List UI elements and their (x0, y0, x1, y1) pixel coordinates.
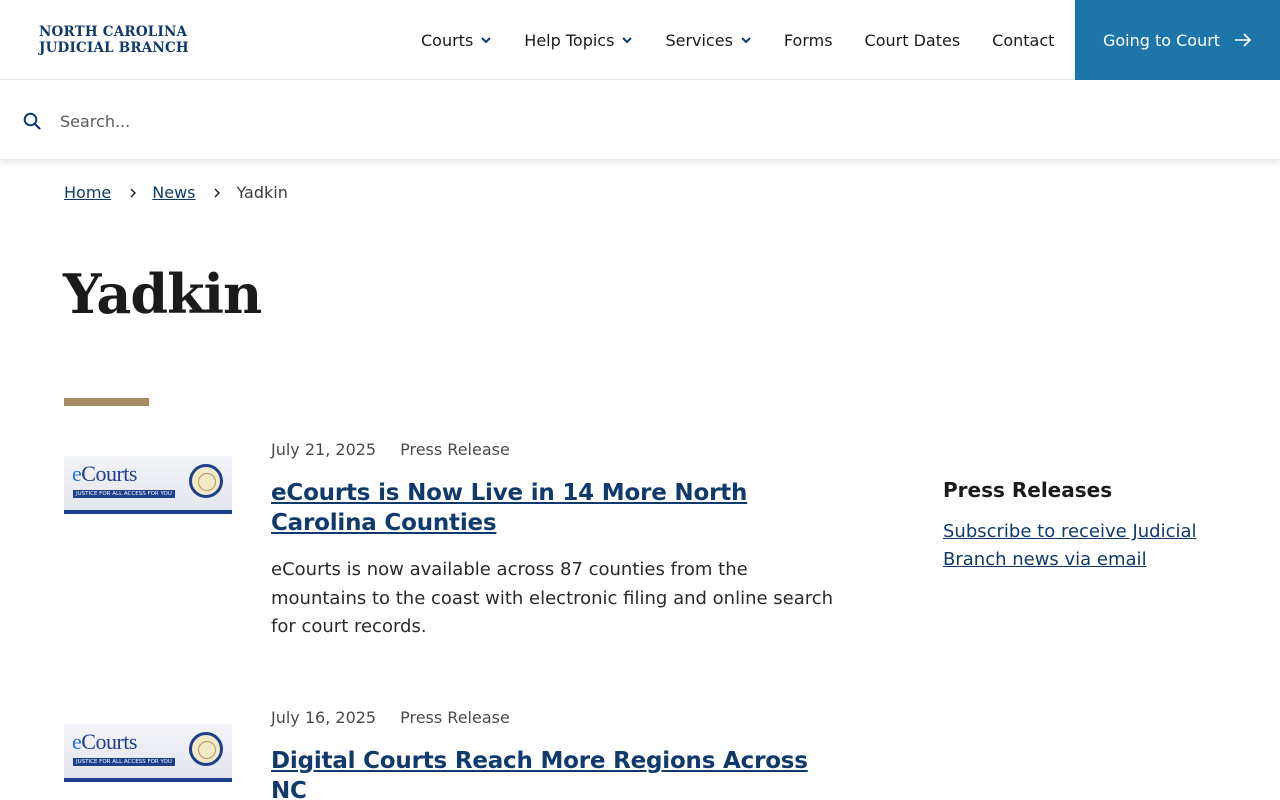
press-releases-sidebar: Press Releases Subscribe to receive Judi… (943, 478, 1233, 574)
nav-courts-label: Courts (421, 30, 474, 50)
nav-court-dates[interactable]: Court Dates (849, 0, 977, 80)
thumbnail-tagline: JUSTICE FOR ALL ACCESS FOR YOU (73, 490, 175, 498)
site-header: NORTH CAROLINA JUDICIAL BRANCH Courts He… (0, 0, 1280, 80)
breadcrumb-current: Yadkin (236, 183, 288, 202)
chevron-down-icon (481, 37, 492, 44)
site-logo[interactable]: NORTH CAROLINA JUDICIAL BRANCH (39, 24, 189, 56)
nav-courts[interactable]: Courts (405, 0, 508, 80)
seal-icon (189, 464, 223, 498)
chevron-down-icon (741, 37, 751, 44)
sidebar-title: Press Releases (943, 478, 1113, 502)
news-headline-link[interactable]: Digital Courts Reach More Regions Across… (271, 746, 841, 800)
chevron-down-icon (622, 37, 633, 44)
nav-forms[interactable]: Forms (768, 0, 849, 80)
news-meta: July 21, 2025 Press Release (271, 440, 510, 459)
breadcrumb: Home News Yadkin (64, 183, 288, 202)
breadcrumb-news[interactable]: News (152, 183, 195, 202)
seal-icon (189, 732, 223, 766)
nav-services-label: Services (665, 30, 733, 50)
logo-line-1: NORTH CAROLINA (39, 24, 188, 40)
going-to-court-label: Going to Court (1102, 30, 1221, 50)
nav-court-dates-label: Court Dates (864, 30, 961, 50)
going-to-court-button[interactable]: Going to Court (1075, 0, 1280, 80)
nav-contact-label: Contact (992, 30, 1055, 50)
arrow-right-icon (1235, 33, 1252, 47)
nav-help-topics-label: Help Topics (524, 30, 615, 50)
nav-forms-label: Forms (783, 30, 833, 50)
page-title: Yadkin (63, 262, 262, 326)
nav-services[interactable]: Services (649, 0, 767, 80)
ecourts-thumbnail[interactable]: eCourts JUSTICE FOR ALL ACCESS FOR YOU (64, 456, 232, 514)
thumbnail-brand: eCourts (72, 461, 137, 486)
news-meta: July 16, 2025 Press Release (271, 708, 510, 727)
nav-help-topics[interactable]: Help Topics (508, 0, 649, 80)
news-date: July 16, 2025 (271, 708, 377, 727)
news-item: eCourts JUSTICE FOR ALL ACCESS FOR YOU J… (64, 438, 834, 658)
ecourts-thumbnail[interactable]: eCourts JUSTICE FOR ALL ACCESS FOR YOU (64, 724, 232, 782)
thumbnail-tagline: JUSTICE FOR ALL ACCESS FOR YOU (73, 758, 175, 766)
thumbnail-brand: eCourts (72, 729, 137, 754)
news-item: eCourts JUSTICE FOR ALL ACCESS FOR YOU J… (64, 706, 834, 800)
news-summary: eCourts is now available across 87 count… (271, 559, 834, 637)
breadcrumb-home[interactable]: Home (64, 183, 111, 202)
accent-divider (64, 398, 149, 406)
news-headline-link[interactable]: eCourts is Now Live in 14 More North Car… (271, 478, 841, 538)
nav-contact[interactable]: Contact (976, 0, 1070, 80)
logo-line-2: JUDICIAL BRANCH (39, 40, 189, 56)
news-type: Press Release (400, 708, 510, 727)
subscribe-link[interactable]: Subscribe to receive Judicial Branch new… (943, 518, 1233, 574)
chevron-right-icon (214, 188, 221, 197)
search-bar (0, 81, 1280, 160)
news-type: Press Release (400, 440, 510, 459)
search-input[interactable] (60, 105, 960, 137)
main-nav: Courts Help Topics Services Forms Court … (405, 0, 1070, 80)
news-date: July 21, 2025 (271, 440, 377, 459)
search-icon[interactable] (23, 112, 41, 130)
chevron-right-icon (130, 188, 137, 197)
